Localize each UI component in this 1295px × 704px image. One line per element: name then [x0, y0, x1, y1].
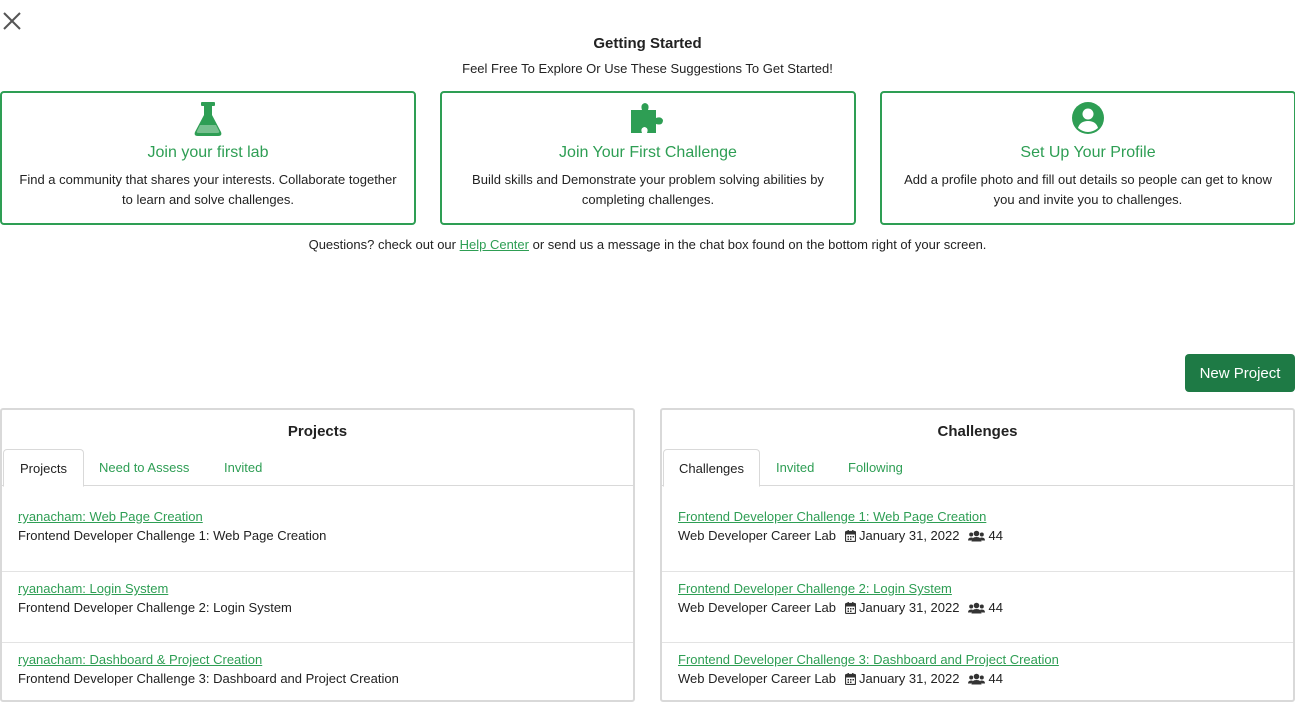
puzzle-icon	[631, 103, 663, 133]
new-project-button[interactable]: New Project	[1185, 354, 1295, 392]
challenges-tabs: Challenges Invited Following	[662, 448, 1293, 487]
lab-name: Web Developer Career Lab	[678, 528, 837, 543]
card-title: Join your first lab	[147, 144, 269, 161]
challenge-date: January 31, 2022	[859, 528, 960, 543]
tab-projects[interactable]: Projects	[3, 449, 84, 487]
challenge-meta: Web Developer Career Lab January 31, 202…	[678, 600, 1003, 615]
close-icon[interactable]	[2, 11, 22, 31]
member-count: 44	[988, 600, 1003, 615]
getting-started-subtitle: Feel Free To Explore Or Use These Sugges…	[462, 61, 833, 76]
close-button[interactable]	[2, 11, 22, 31]
users-icon	[968, 602, 986, 613]
project-challenge: Frontend Developer Challenge 3: Dashboar…	[18, 671, 399, 686]
project-link[interactable]: ryanacham: Web Page Creation	[18, 509, 203, 524]
challenge-meta: Web Developer Career Lab January 31, 202…	[678, 528, 1003, 543]
help-message: Questions? check out our Help Center or …	[0, 237, 1295, 252]
project-challenge: Frontend Developer Challenge 1: Web Page…	[18, 528, 327, 543]
list-item: ryanacham: Dashboard & Project Creation …	[2, 642, 633, 700]
card-title: Set Up Your Profile	[1020, 144, 1156, 161]
tab-invited[interactable]: Invited	[224, 449, 262, 486]
project-link[interactable]: ryanacham: Login System	[18, 581, 168, 596]
member-count: 44	[988, 528, 1003, 543]
lab-name: Web Developer Career Lab	[678, 600, 837, 615]
challenges-title: Challenges	[937, 423, 1018, 440]
project-challenge: Frontend Developer Challenge 2: Login Sy…	[18, 600, 292, 615]
lab-name: Web Developer Career Lab	[678, 671, 837, 686]
flask-icon	[194, 102, 222, 136]
list-item: ryanacham: Login System Frontend Develop…	[2, 571, 633, 642]
user-circle-icon	[1072, 102, 1104, 134]
list-item: Frontend Developer Challenge 1: Web Page…	[662, 500, 1293, 571]
challenge-link[interactable]: Frontend Developer Challenge 3: Dashboar…	[678, 652, 1059, 667]
card-title: Join Your First Challenge	[559, 144, 737, 161]
list-item: Frontend Developer Challenge 2: Login Sy…	[662, 571, 1293, 642]
projects-tabs: Projects Need to Assess Invited	[2, 448, 633, 487]
member-count: 44	[988, 671, 1003, 686]
list-item: Frontend Developer Challenge 3: Dashboar…	[662, 642, 1293, 700]
help-text-after: or send us a message in the chat box fou…	[528, 237, 987, 252]
list-item: ryanacham: Web Page Creation Frontend De…	[2, 500, 633, 571]
users-icon	[968, 673, 986, 684]
challenge-meta: Web Developer Career Lab January 31, 202…	[678, 671, 1003, 686]
calendar-icon	[845, 529, 857, 542]
card-description: Build skills and Demonstrate your proble…	[472, 172, 824, 207]
card-join-challenge[interactable]: Join Your First Challenge Build skills a…	[440, 91, 856, 225]
project-link[interactable]: ryanacham: Dashboard & Project Creation	[18, 652, 262, 667]
calendar-icon	[845, 601, 857, 614]
help-center-link[interactable]: Help Center	[460, 237, 529, 252]
calendar-icon	[845, 672, 857, 685]
challenge-date: January 31, 2022	[859, 671, 960, 686]
projects-title: Projects	[287, 423, 348, 440]
help-text-before: Questions? check out our	[308, 237, 460, 252]
challenge-date: January 31, 2022	[859, 600, 960, 615]
tab-invited[interactable]: Invited	[776, 449, 814, 486]
tab-following[interactable]: Following	[848, 449, 903, 486]
users-icon	[968, 530, 986, 541]
tab-need-to-assess[interactable]: Need to Assess	[99, 449, 189, 486]
card-setup-profile[interactable]: Set Up Your Profile Add a profile photo …	[880, 91, 1295, 225]
challenge-link[interactable]: Frontend Developer Challenge 2: Login Sy…	[678, 581, 952, 596]
challenge-link[interactable]: Frontend Developer Challenge 1: Web Page…	[678, 509, 986, 524]
card-join-lab[interactable]: Join your first lab Find a community tha…	[0, 91, 416, 225]
challenges-panel: Challenges Challenges Invited Following …	[660, 408, 1295, 702]
getting-started-title: Getting Started	[593, 35, 702, 52]
tab-challenges[interactable]: Challenges	[663, 449, 760, 487]
card-description: Find a community that shares your intere…	[19, 172, 397, 207]
card-description: Add a profile photo and fill out details…	[904, 172, 1272, 207]
projects-panel: Projects Projects Need to Assess Invited…	[0, 408, 635, 702]
